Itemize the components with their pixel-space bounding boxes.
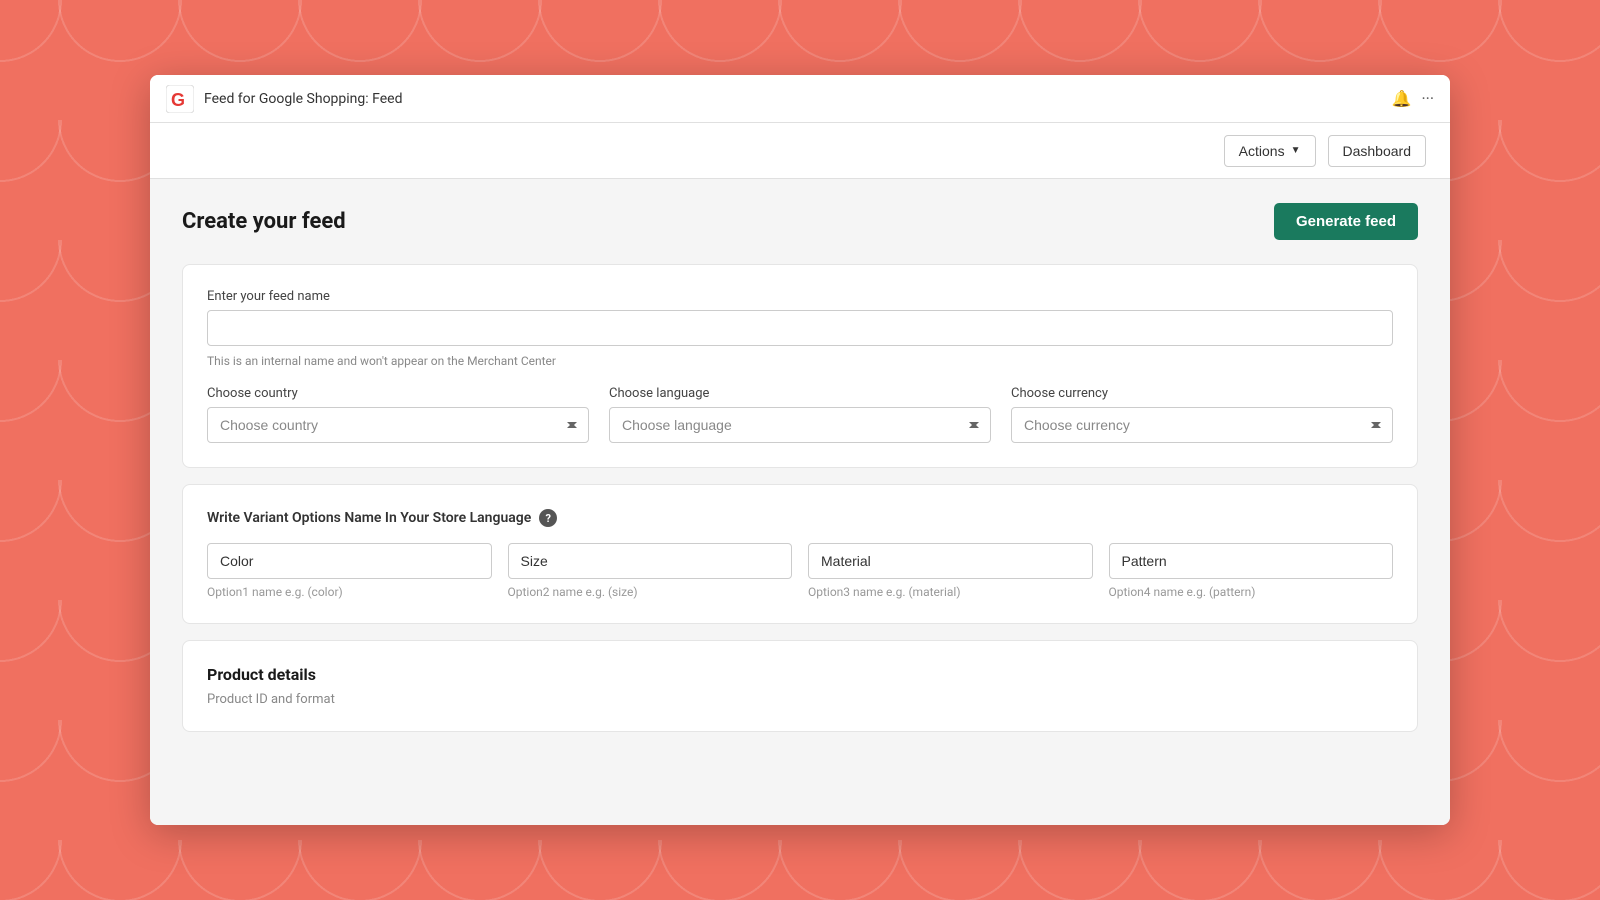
page-header: Create your feed Generate feed [182, 203, 1418, 240]
variant-title: Write Variant Options Name In Your Store… [207, 510, 531, 526]
option-group-0: Option1 name e.g. (color) [207, 543, 492, 599]
dashboard-button[interactable]: Dashboard [1328, 135, 1427, 167]
product-details-subtitle: Product ID and format [207, 692, 1393, 707]
feed-name-helper: This is an internal name and won't appea… [207, 354, 1393, 368]
currency-select-group: Choose currency Choose currency [1011, 386, 1393, 443]
more-icon[interactable]: ··· [1421, 89, 1434, 108]
language-select-group: Choose language Choose language [609, 386, 991, 443]
feed-name-card: Enter your feed name This is an internal… [182, 264, 1418, 468]
svg-text:G: G [171, 90, 185, 110]
toolbar: Actions ▼ Dashboard [150, 123, 1450, 179]
currency-select[interactable]: Choose currency [1011, 407, 1393, 443]
help-icon[interactable]: ? [539, 509, 557, 527]
bell-icon[interactable]: 🔔 [1392, 89, 1412, 108]
product-details-card: Product details Product ID and format [182, 640, 1418, 732]
language-select[interactable]: Choose language [609, 407, 991, 443]
country-label: Choose country [207, 386, 589, 401]
selects-row: Choose country Choose country Choose lan… [207, 386, 1393, 443]
title-bar: G Feed for Google Shopping: Feed 🔔 ··· [150, 75, 1450, 123]
option-group-2: Option3 name e.g. (material) [808, 543, 1093, 599]
option-hint-2: Option3 name e.g. (material) [808, 585, 1093, 599]
generate-feed-button[interactable]: Generate feed [1274, 203, 1418, 240]
variant-options-row: Option1 name e.g. (color) Option2 name e.… [207, 543, 1393, 599]
currency-label: Choose currency [1011, 386, 1393, 401]
feed-name-label: Enter your feed name [207, 289, 1393, 304]
option-group-3: Option4 name e.g. (pattern) [1109, 543, 1394, 599]
page-title: Create your feed [182, 209, 346, 234]
option-group-1: Option2 name e.g. (size) [508, 543, 793, 599]
main-content: Create your feed Generate feed Enter you… [150, 179, 1450, 825]
title-bar-title: Feed for Google Shopping: Feed [204, 91, 1392, 107]
country-select[interactable]: Choose country [207, 407, 589, 443]
google-logo: G [166, 85, 194, 113]
option-hint-3: Option4 name e.g. (pattern) [1109, 585, 1394, 599]
option-hint-1: Option2 name e.g. (size) [508, 585, 793, 599]
browser-window: G Feed for Google Shopping: Feed 🔔 ··· A… [150, 75, 1450, 825]
option-hint-0: Option1 name e.g. (color) [207, 585, 492, 599]
chevron-down-icon: ▼ [1291, 145, 1301, 156]
title-bar-actions: 🔔 ··· [1392, 89, 1434, 108]
country-select-group: Choose country Choose country [207, 386, 589, 443]
option-input-1[interactable] [508, 543, 793, 579]
language-label: Choose language [609, 386, 991, 401]
feed-name-input[interactable] [207, 310, 1393, 346]
option-input-0[interactable] [207, 543, 492, 579]
option-input-2[interactable] [808, 543, 1093, 579]
product-details-title: Product details [207, 665, 1393, 684]
actions-button[interactable]: Actions ▼ [1224, 135, 1316, 167]
variant-card: Write Variant Options Name In Your Store… [182, 484, 1418, 624]
option-input-3[interactable] [1109, 543, 1394, 579]
variant-header: Write Variant Options Name In Your Store… [207, 509, 1393, 527]
